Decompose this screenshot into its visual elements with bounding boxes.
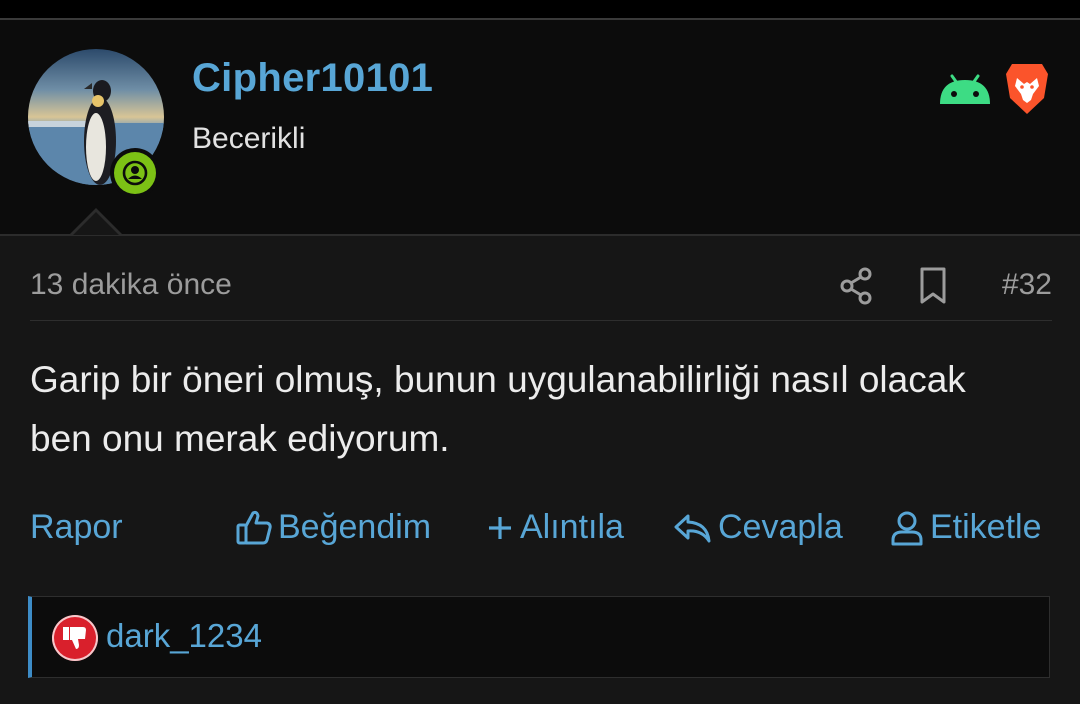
quote-label: Alıntıla — [520, 508, 624, 546]
reply-icon — [674, 514, 711, 542]
report-label: Rapor — [30, 508, 123, 546]
bookmark-icon[interactable] — [918, 266, 948, 311]
post-timestamp[interactable]: 13 dakika önce — [30, 268, 232, 302]
mention-button[interactable]: Etiketle — [890, 508, 1042, 547]
post-author-header: Cipher10101 Becerikli — [0, 20, 1080, 236]
meta-divider — [30, 320, 1052, 321]
report-button[interactable]: Rapor — [30, 508, 123, 547]
dislike-icon — [52, 615, 98, 661]
brave-icon — [1004, 62, 1050, 121]
post-message: Garip bir öneri olmuş, bunun uygulanabil… — [30, 359, 966, 459]
post-meta-row: 13 dakika önce #32 — [30, 262, 1052, 312]
header-pointer-inner — [73, 212, 119, 235]
like-button[interactable]: Beğendim — [236, 508, 431, 547]
author-title: Becerikli — [192, 122, 306, 155]
thumbs-up-icon — [236, 510, 272, 544]
author-username[interactable]: Cipher10101 — [192, 56, 433, 101]
reply-label: Cevapla — [718, 508, 843, 546]
quote-button[interactable]: Alıntıla — [486, 508, 624, 547]
plus-icon — [489, 516, 511, 539]
android-icon — [938, 72, 992, 111]
post-actions: Rapor Beğendim Alıntıla Cevapla Etiketle — [30, 508, 1052, 558]
like-label: Beğendim — [278, 508, 432, 546]
user-online-icon — [114, 152, 156, 194]
top-bar — [0, 0, 1080, 18]
reaction-username[interactable]: dark_1234 — [106, 617, 262, 655]
post-number-link[interactable]: #32 — [1002, 268, 1052, 302]
reply-button[interactable]: Cevapla — [672, 508, 843, 547]
mention-label: Etiketle — [930, 508, 1042, 546]
reactions-bar[interactable]: dark_1234 — [28, 596, 1050, 678]
online-status-badge — [110, 148, 160, 198]
user-icon — [891, 511, 923, 545]
share-icon[interactable] — [838, 266, 874, 311]
